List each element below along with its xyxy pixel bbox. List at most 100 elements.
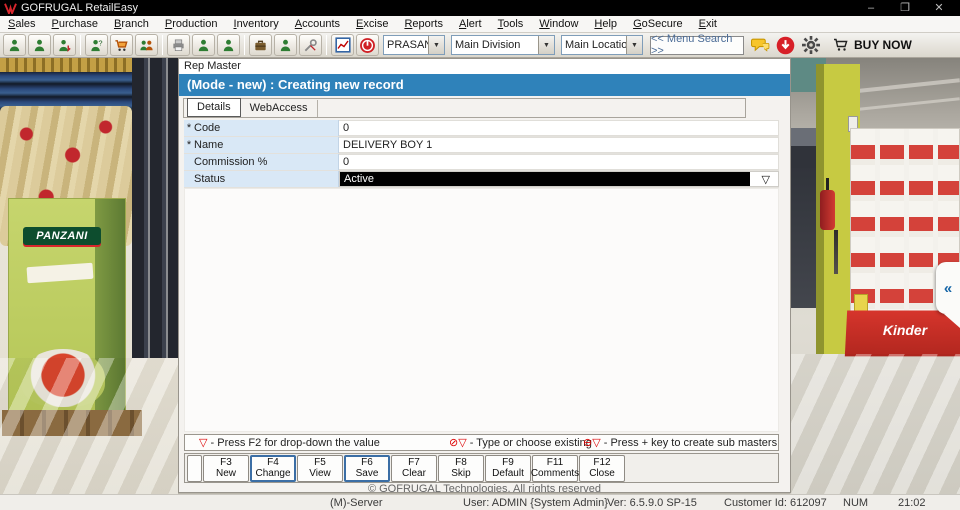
back-shelf [790, 128, 818, 308]
buy-now-button[interactable]: BUY NOW [833, 38, 912, 52]
status-field[interactable]: Active ▽ [339, 171, 779, 187]
person-icon-2[interactable] [28, 34, 51, 56]
f6-save-button[interactable]: F6Save [344, 455, 390, 482]
store-floor [0, 358, 178, 494]
menubar: Sales Purchase Branch Production Invento… [0, 16, 960, 33]
menu-branch[interactable]: Branch [106, 16, 157, 33]
svg-text:?: ? [98, 38, 102, 47]
division-combo[interactable]: Main Division ▼ [451, 35, 555, 55]
toolbar-separator [326, 35, 327, 55]
menu-exit[interactable]: Exit [691, 16, 725, 33]
menu-production[interactable]: Production [157, 16, 226, 33]
type-choose-hint-icon: ⊘▽ [449, 437, 467, 449]
name-field[interactable]: DELIVERY BOY 1 [339, 137, 779, 153]
toolbar: ? PRASANTH K GI ▼ Main Division ▼ Main L… [0, 33, 960, 58]
panzani-brand-label: PANZANI [23, 227, 101, 245]
tab-webaccess[interactable]: WebAccess [241, 100, 318, 117]
tabstrip: Details WebAccess [183, 98, 746, 118]
hint-text-2: - Type or choose existing [470, 437, 592, 449]
ceiling-light [850, 78, 960, 93]
form-row-status: Status Active ▽ [184, 171, 779, 188]
menu-gosecure[interactable]: GoSecure [625, 16, 691, 33]
user-status: User: ADMIN {System Admin} [463, 496, 608, 510]
status-selected-value[interactable]: Active [340, 172, 750, 186]
f12-close-button[interactable]: F12Close [579, 455, 625, 482]
briefcase-icon[interactable] [249, 34, 272, 56]
f3-new-button[interactable]: F3New [203, 455, 249, 482]
f9-default-button[interactable]: F9Default [485, 455, 531, 482]
person-help-icon[interactable]: ? [85, 34, 108, 56]
function-key-bar: F3New F4Change F5View F6Save F7Clear F8S… [184, 453, 779, 483]
person-icon-5[interactable] [274, 34, 297, 56]
download-icon[interactable] [774, 34, 797, 56]
wrench-icon[interactable] [299, 34, 322, 56]
power-icon[interactable] [356, 34, 379, 56]
menu-window[interactable]: Window [531, 16, 586, 33]
person-icon-1[interactable] [3, 34, 26, 56]
titlebar: GOFRUGAL RetailEasy – ❐ ✕ [0, 0, 960, 16]
settings-gear-icon[interactable] [799, 34, 822, 56]
dropdown-triangle-icon[interactable]: ▽ [762, 173, 770, 186]
menu-purchase[interactable]: Purchase [44, 16, 106, 33]
chevron-down-icon[interactable]: ▼ [626, 36, 642, 54]
menu-inventory[interactable]: Inventory [226, 16, 287, 33]
store-floor [790, 354, 960, 494]
menu-search-input[interactable]: << Menu Search >> [650, 36, 744, 55]
f4-change-button[interactable]: F4Change [250, 455, 296, 482]
store-photo-left: PANZANI [0, 58, 178, 494]
panzani-tagline [27, 263, 94, 284]
salesman-combo[interactable]: PRASANTH K GI ▼ [383, 35, 445, 55]
cart-icon[interactable] [110, 34, 133, 56]
name-label: Name [194, 139, 223, 151]
form-row-commission: Commission % 0 [184, 154, 779, 171]
code-field[interactable]: 0 [339, 120, 779, 136]
commission-field[interactable]: 0 [339, 154, 779, 170]
menu-help[interactable]: Help [586, 16, 625, 33]
printer-icon[interactable] [167, 34, 190, 56]
menu-accounts[interactable]: Accounts [287, 16, 348, 33]
chevron-down-icon[interactable]: ▼ [538, 36, 554, 54]
person-icon-3[interactable] [192, 34, 215, 56]
customer-id-status: Customer Id: 612097 [724, 496, 827, 510]
minimize-icon[interactable]: – [854, 0, 888, 16]
tab-details[interactable]: Details [187, 98, 241, 117]
gofrugal-logo-icon [4, 3, 17, 14]
chart-window-icon[interactable] [331, 34, 354, 56]
window-title: GOFRUGAL RetailEasy [21, 2, 854, 14]
menu-reports[interactable]: Reports [396, 16, 451, 33]
buy-now-label: BUY NOW [854, 38, 912, 52]
version-status: Ver: 6.5.9.0 SP-15 [607, 496, 697, 510]
f7-clear-button[interactable]: F7Clear [391, 455, 437, 482]
side-panel-toggle[interactable]: « [936, 262, 960, 314]
chat-icon[interactable] [749, 34, 772, 56]
mode-header: (Mode - new) : Creating new record [179, 74, 790, 96]
person-red-icon[interactable] [53, 34, 76, 56]
menu-alert[interactable]: Alert [451, 16, 490, 33]
dropdown-hint-icon: ▽ [199, 437, 207, 449]
required-marker: * [184, 122, 194, 134]
hint-text-3: - Press + key to create sub masters [604, 437, 777, 449]
location-combo[interactable]: Main Location ▼ [561, 35, 643, 55]
division-combo-value: Main Division [452, 39, 538, 51]
copyright-text: © GOFRUGAL Technologies, All rights rese… [179, 483, 790, 493]
menu-tools[interactable]: Tools [490, 16, 532, 33]
numlock-status: NUM [843, 496, 868, 510]
menu-sales[interactable]: Sales [0, 16, 44, 33]
chevron-down-icon[interactable]: ▼ [428, 36, 444, 54]
server-status: (M)-Server [330, 496, 383, 510]
maximize-icon[interactable]: ❐ [888, 0, 922, 16]
kinder-brand-label: Kinder [845, 311, 960, 357]
f11-comments-button[interactable]: F11Comments [532, 455, 578, 482]
commission-label: Commission % [194, 156, 267, 168]
salesman-combo-value: PRASANTH K GI [384, 39, 428, 51]
close-icon[interactable]: ✕ [922, 0, 956, 16]
person-icon-4[interactable] [217, 34, 240, 56]
form-row-name: * Name DELIVERY BOY 1 [184, 137, 779, 154]
f5-view-button[interactable]: F5View [297, 455, 343, 482]
menu-excise[interactable]: Excise [348, 16, 396, 33]
users-group-icon[interactable] [135, 34, 158, 56]
hint-bar: ▽ - Press F2 for drop-down the value ⊘▽ … [184, 434, 779, 451]
blank-button[interactable] [187, 455, 202, 482]
extinguisher-bracket [834, 230, 838, 274]
f8-skip-button[interactable]: F8Skip [438, 455, 484, 482]
